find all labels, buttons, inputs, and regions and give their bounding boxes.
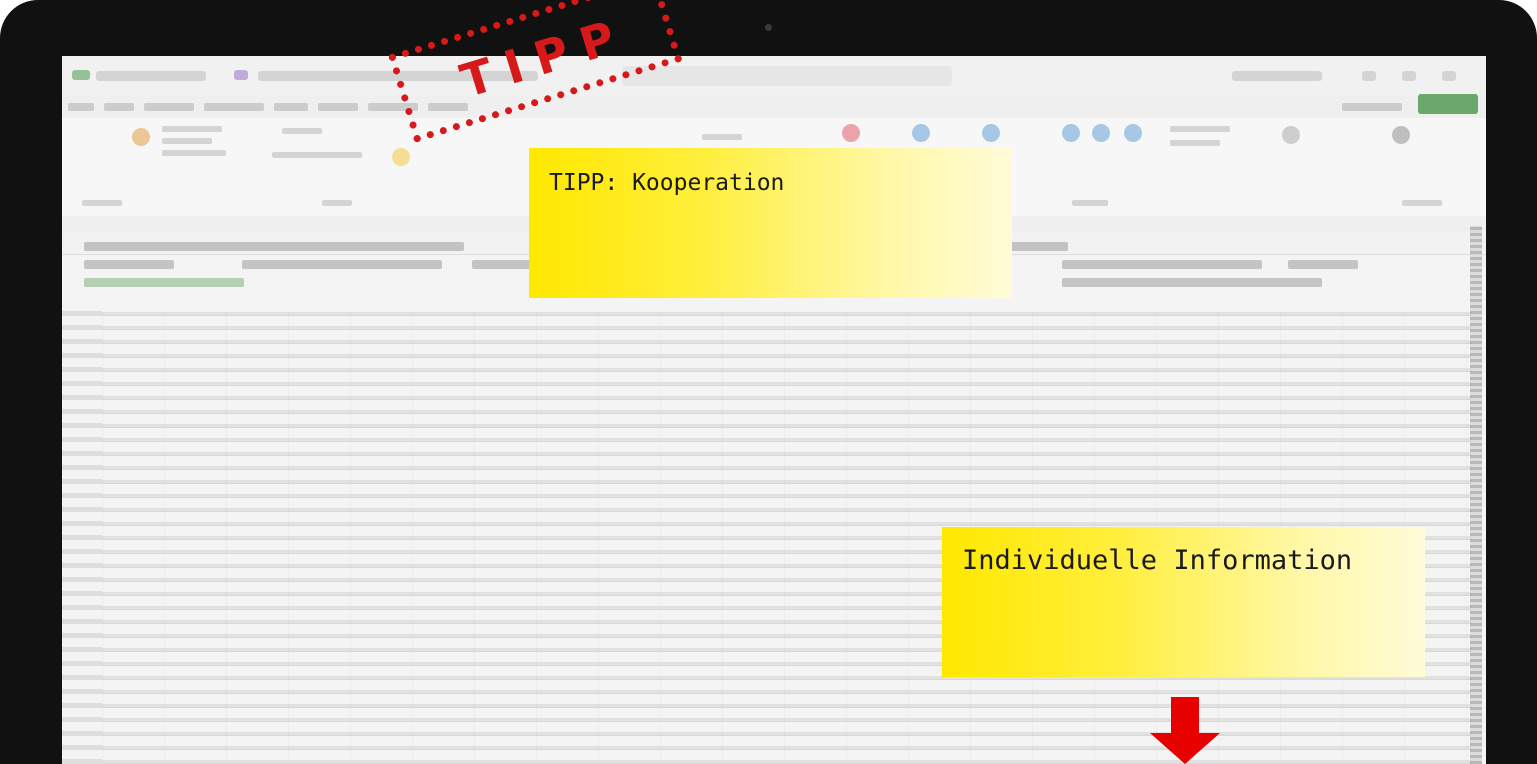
autosave-toggle[interactable] bbox=[96, 71, 206, 81]
ribbon-label bbox=[702, 134, 742, 140]
note-individuelle-information-label: Individuelle Information bbox=[962, 545, 1353, 576]
note-individuelle-information: Individuelle Information bbox=[942, 527, 1425, 677]
share-button[interactable] bbox=[1418, 94, 1478, 114]
ribbon-group-label bbox=[322, 200, 352, 206]
ribbon-label bbox=[162, 150, 226, 156]
ribbon-label bbox=[162, 126, 222, 132]
header-cell bbox=[1288, 260, 1358, 269]
paste-icon[interactable] bbox=[132, 128, 150, 146]
ribbon-label bbox=[1170, 126, 1230, 132]
excel-app-icon[interactable] bbox=[72, 70, 90, 80]
account-name[interactable] bbox=[1232, 71, 1322, 81]
close-button[interactable] bbox=[1442, 71, 1456, 81]
row-headers bbox=[62, 311, 102, 764]
font-color-icon[interactable] bbox=[392, 148, 410, 166]
delete-icon[interactable] bbox=[1092, 124, 1110, 142]
header-cell bbox=[1062, 260, 1262, 269]
ribbon-group-label bbox=[82, 200, 122, 206]
ribbon-group-label bbox=[1072, 200, 1108, 206]
tab-data[interactable] bbox=[318, 103, 358, 111]
ribbon-label bbox=[1170, 140, 1220, 146]
save-icon[interactable] bbox=[234, 70, 248, 80]
camera-icon bbox=[765, 24, 772, 31]
search-input[interactable] bbox=[622, 66, 952, 86]
sort-filter-icon[interactable] bbox=[1282, 126, 1300, 144]
header-cell bbox=[84, 260, 174, 269]
format-icon[interactable] bbox=[1124, 124, 1142, 142]
header-cell bbox=[84, 242, 464, 251]
insert-icon[interactable] bbox=[1062, 124, 1080, 142]
header-cell bbox=[1062, 278, 1322, 287]
tab-insert[interactable] bbox=[144, 103, 194, 111]
header-cell bbox=[242, 260, 442, 269]
tab-home[interactable] bbox=[104, 103, 134, 111]
note-kooperation-label: TIPP: Kooperation bbox=[549, 170, 785, 196]
ribbon-group-label bbox=[1402, 200, 1442, 206]
tab-file[interactable] bbox=[68, 103, 94, 111]
ribbon-label bbox=[162, 138, 212, 144]
cell-style-icon[interactable] bbox=[982, 124, 1000, 142]
maximize-button[interactable] bbox=[1402, 71, 1416, 81]
tab-layout[interactable] bbox=[204, 103, 264, 111]
tab-formulas[interactable] bbox=[274, 103, 308, 111]
note-kooperation: TIPP: Kooperation bbox=[529, 148, 1012, 298]
conditional-format-icon[interactable] bbox=[842, 124, 860, 142]
ribbon-label bbox=[272, 152, 362, 158]
tab-help[interactable] bbox=[1342, 103, 1402, 111]
vertical-scrollbar[interactable] bbox=[1470, 226, 1482, 764]
minimize-button[interactable] bbox=[1362, 71, 1376, 81]
find-select-icon[interactable] bbox=[1392, 126, 1410, 144]
table-format-icon[interactable] bbox=[912, 124, 930, 142]
down-arrow-icon bbox=[1150, 697, 1220, 764]
header-cell bbox=[84, 278, 244, 287]
ribbon-label bbox=[282, 128, 322, 134]
title-bar bbox=[62, 56, 1486, 96]
